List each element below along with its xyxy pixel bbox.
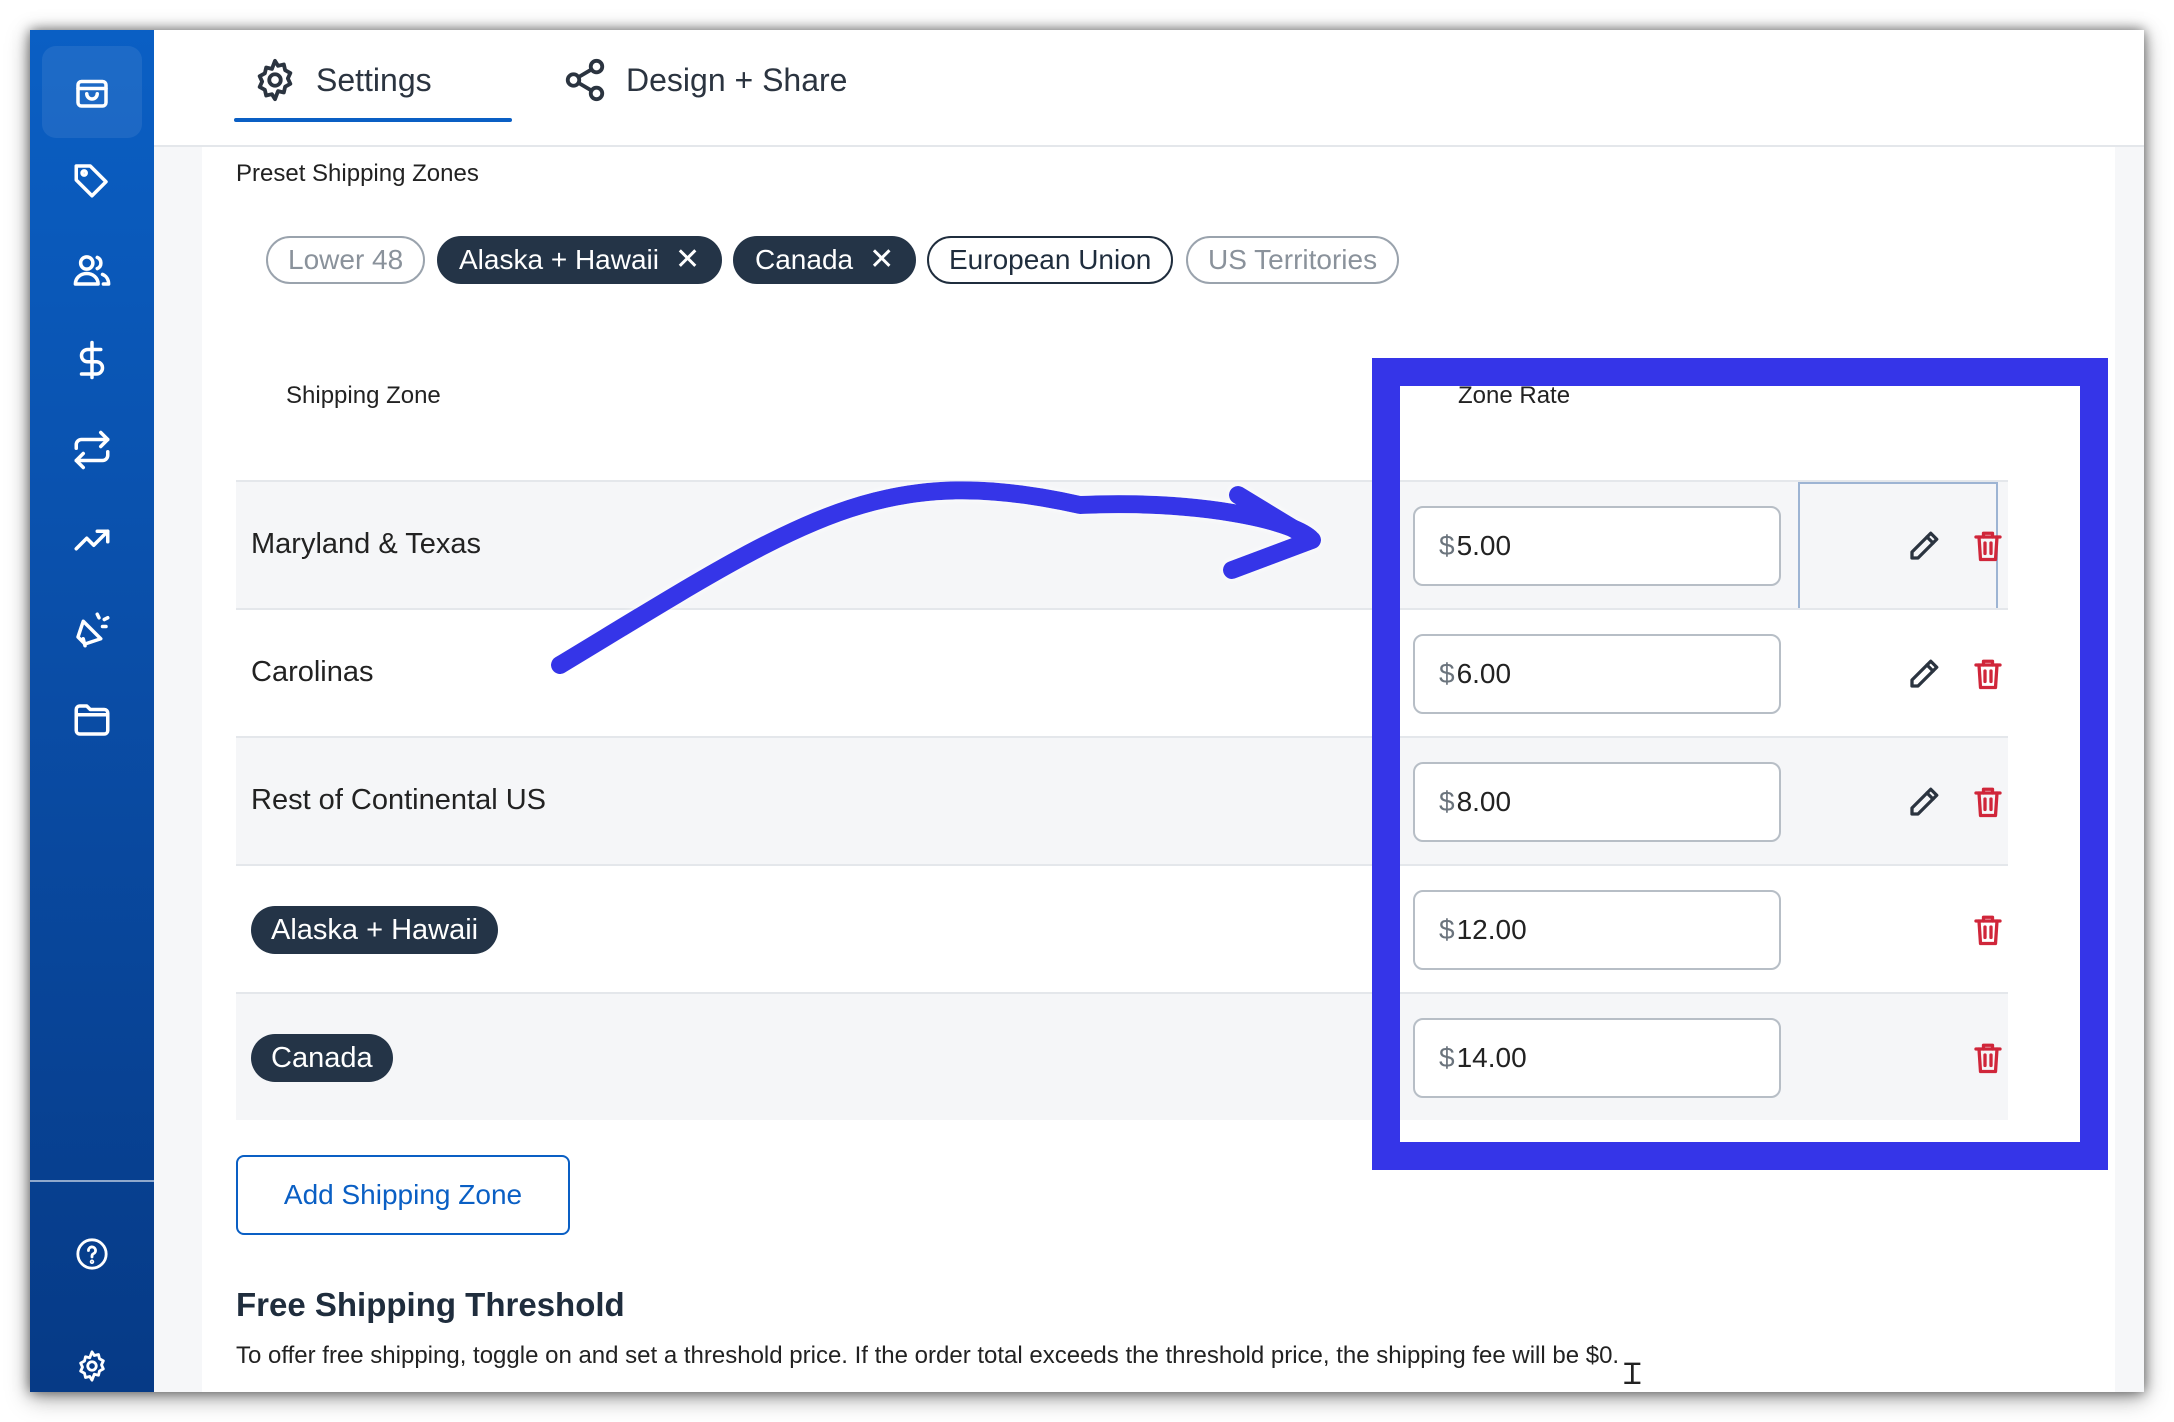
sidebar-item-analytics[interactable] xyxy=(42,494,142,586)
chip-label: Canada xyxy=(755,244,854,275)
top-tabs-bar: Settings Design + Share xyxy=(154,30,2144,147)
preset-chip-alaska-hawaii[interactable]: Alaska + Hawaii ✕ xyxy=(437,236,723,284)
preset-chip-canada[interactable]: Canada ✕ xyxy=(733,236,917,284)
tab-design-share[interactable]: Design + Share xyxy=(562,48,847,112)
chip-label: US Territories xyxy=(1208,244,1378,275)
users-icon xyxy=(73,255,111,286)
tag-icon xyxy=(74,164,108,198)
preset-chip-european-union[interactable]: European Union xyxy=(927,236,1174,284)
add-shipping-zone-button[interactable]: Add Shipping Zone xyxy=(236,1155,570,1235)
tab-design-share-label: Design + Share xyxy=(626,61,848,98)
preset-chip-us-territories[interactable]: US Territories xyxy=(1186,236,1400,284)
megaphone-icon xyxy=(76,612,110,648)
gear-icon xyxy=(257,58,293,102)
sidebar-item-products[interactable] xyxy=(42,134,142,226)
preset-chip-lower-48[interactable]: Lower 48 xyxy=(266,236,426,284)
folder-icon xyxy=(74,704,110,736)
gear-icon xyxy=(79,1350,105,1382)
chip-label: Lower 48 xyxy=(288,244,404,275)
sidebar-item-files[interactable] xyxy=(42,674,142,766)
sidebar-item-customers[interactable] xyxy=(42,224,142,316)
zone-name: Rest of Continental US xyxy=(251,784,546,816)
active-tab-indicator xyxy=(234,118,512,122)
tab-settings-label: Settings xyxy=(316,61,432,98)
share-icon xyxy=(565,58,605,102)
free-shipping-description: To offer free shipping, toggle on and se… xyxy=(236,1342,1620,1369)
zone-name: Maryland & Texas xyxy=(251,528,481,560)
tab-settings[interactable]: Settings xyxy=(252,48,432,112)
annotation-highlight-box xyxy=(1372,358,2108,1170)
chip-label: Alaska + Hawaii xyxy=(459,244,659,275)
preset-zones-label: Preset Shipping Zones xyxy=(236,160,479,187)
sidebar-divider xyxy=(30,1180,154,1182)
text-cursor-icon: Ɪ xyxy=(1624,1357,1641,1392)
close-icon[interactable]: ✕ xyxy=(869,245,894,275)
sidebar-item-marketing[interactable] xyxy=(42,584,142,676)
sidebar-item-orders[interactable] xyxy=(42,46,142,138)
sidebar xyxy=(30,30,154,1392)
trending-icon xyxy=(74,529,110,551)
column-header-zone: Shipping Zone xyxy=(286,382,441,409)
sidebar-item-payments[interactable] xyxy=(42,314,142,406)
bag-icon xyxy=(76,79,108,108)
close-icon[interactable]: ✕ xyxy=(675,245,700,275)
sidebar-item-settings[interactable] xyxy=(42,1320,142,1392)
free-shipping-title: Free Shipping Threshold xyxy=(236,1286,625,1323)
sidebar-item-help[interactable] xyxy=(42,1208,142,1300)
dollar-icon xyxy=(79,340,105,380)
sidebar-item-subscriptions[interactable] xyxy=(42,404,142,496)
repeat-icon xyxy=(74,430,110,470)
help-icon xyxy=(76,1238,108,1270)
preset-zone-chip: Canada xyxy=(251,1034,393,1082)
zone-name: Carolinas xyxy=(251,656,374,688)
preset-zone-chip: Alaska + Hawaii xyxy=(251,906,499,954)
chip-label: European Union xyxy=(949,244,1152,275)
